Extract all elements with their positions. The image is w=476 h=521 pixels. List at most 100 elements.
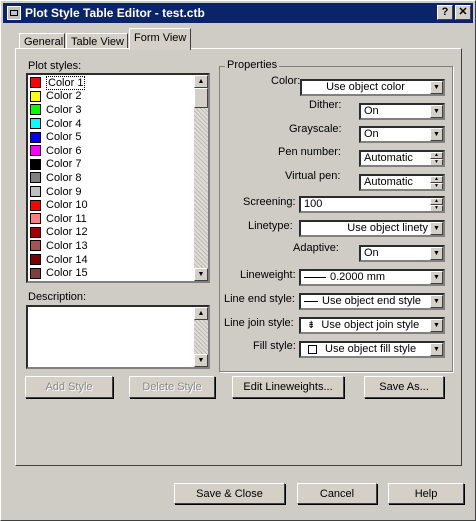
tab-table-view-label: Table View bbox=[71, 36, 124, 48]
line-end-style-select[interactable]: Use object end style ▼ bbox=[299, 293, 445, 310]
edit-lineweights-label: Edit Lineweights... bbox=[243, 381, 333, 393]
chevron-down-icon[interactable]: ▼ bbox=[430, 319, 443, 332]
save-close-button[interactable]: Save & Close bbox=[174, 483, 285, 504]
desc-scroll-down-button[interactable]: ▼ bbox=[194, 354, 208, 367]
chevron-down-icon[interactable]: ▼ bbox=[430, 222, 443, 235]
adaptive-select[interactable]: On ▼ bbox=[359, 245, 445, 262]
spin-up-icon[interactable]: ▲ bbox=[430, 152, 443, 159]
plot-style-item[interactable]: Color 14 bbox=[30, 253, 88, 267]
chevron-down-icon[interactable]: ▼ bbox=[430, 271, 443, 284]
plot-style-item[interactable]: Color 10 bbox=[30, 198, 88, 212]
spin-up-icon[interactable]: ▲ bbox=[430, 198, 443, 205]
color-value: Use object color bbox=[326, 81, 405, 93]
cancel-button[interactable]: Cancel bbox=[297, 483, 377, 504]
plot-style-item[interactable]: Color 4 bbox=[30, 117, 81, 131]
scroll-up-button[interactable]: ▲ bbox=[194, 75, 208, 88]
plot-style-item[interactable]: Color 9 bbox=[30, 185, 81, 199]
fill-style-icon bbox=[308, 344, 317, 354]
tab-general[interactable]: General bbox=[19, 33, 65, 49]
pen-number-label: Pen number: bbox=[278, 146, 341, 158]
grayscale-value: On bbox=[364, 128, 379, 140]
plot-style-item[interactable]: Color 11 bbox=[30, 212, 87, 226]
plot-style-item[interactable]: Color 3 bbox=[30, 103, 81, 117]
plot-style-label: Color 8 bbox=[46, 171, 82, 184]
screening-stepper[interactable]: ▲ ▼ bbox=[430, 198, 443, 211]
pen-number-spinner[interactable]: Automatic ▲ ▼ bbox=[359, 150, 445, 167]
delete-style-button[interactable]: Delete Style bbox=[129, 376, 215, 398]
plot-style-item[interactable]: Color 8 bbox=[30, 171, 81, 185]
chevron-down-icon[interactable]: ▼ bbox=[430, 247, 443, 260]
color-swatch-icon bbox=[30, 267, 41, 279]
pen-number-stepper[interactable]: ▲ ▼ bbox=[430, 152, 443, 165]
save-as-button[interactable]: Save As... bbox=[364, 376, 444, 398]
spin-up-icon[interactable]: ▲ bbox=[430, 176, 443, 183]
screening-spinner[interactable]: 100 ▲ ▼ bbox=[299, 196, 445, 213]
chevron-down-icon[interactable]: ▼ bbox=[430, 295, 443, 308]
color-select[interactable]: Use object color ▼ bbox=[300, 79, 445, 96]
plot-style-item[interactable]: Color 1 bbox=[30, 75, 86, 90]
lineweight-sample-icon bbox=[304, 276, 326, 278]
arrow-up-icon: ▲ bbox=[197, 310, 205, 317]
edit-lineweights-button[interactable]: Edit Lineweights... bbox=[232, 376, 344, 398]
chevron-down-icon[interactable]: ▼ bbox=[430, 105, 443, 118]
title-bar: Plot Style Table Editor - test.ctb ? ✕ bbox=[3, 3, 473, 23]
plot-style-item[interactable]: Color 15 bbox=[30, 266, 88, 280]
desc-scroll-up-button[interactable]: ▲ bbox=[194, 307, 208, 320]
color-swatch-icon bbox=[30, 240, 41, 252]
fill-style-label: Fill style: bbox=[253, 340, 296, 352]
delete-style-label: Delete Style bbox=[142, 381, 202, 393]
plot-style-item[interactable]: Color 13 bbox=[30, 239, 88, 253]
plot-styles-list[interactable]: Color 1 Color 2 Color 3 Color 4 Color 5 Color… bbox=[26, 73, 210, 283]
spin-down-icon[interactable]: ▼ bbox=[430, 183, 443, 189]
virtual-pen-value: Automatic bbox=[364, 176, 413, 188]
chevron-down-icon[interactable]: ▼ bbox=[430, 128, 443, 141]
color-swatch-icon bbox=[30, 145, 41, 157]
lineweight-select[interactable]: 0.2000 mm ▼ bbox=[299, 269, 445, 286]
plot-style-label: Color 14 bbox=[46, 253, 88, 266]
help-button[interactable]: Help bbox=[388, 483, 464, 504]
plot-style-item[interactable]: Color 6 bbox=[30, 144, 81, 158]
description-textarea[interactable]: ▲ ▼ bbox=[26, 305, 210, 369]
dither-select[interactable]: On ▼ bbox=[359, 103, 445, 120]
screening-label: Screening: bbox=[243, 196, 296, 208]
help-title-button[interactable]: ? bbox=[437, 5, 453, 20]
line-join-icon: ⇟ bbox=[307, 320, 316, 331]
color-swatch-icon bbox=[30, 118, 41, 130]
color-label: Color: bbox=[271, 75, 301, 87]
tab-table-view[interactable]: Table View bbox=[66, 33, 128, 49]
linetype-label: Linetype: bbox=[248, 220, 293, 232]
tab-form-view[interactable]: Form View bbox=[129, 28, 191, 50]
add-style-button[interactable]: Add Style bbox=[25, 376, 113, 398]
line-join-style-select[interactable]: ⇟ Use object join style ▼ bbox=[299, 317, 445, 334]
spin-down-icon[interactable]: ▼ bbox=[430, 159, 443, 165]
line-end-style-label: Line end style: bbox=[224, 293, 295, 305]
dither-value: On bbox=[364, 105, 379, 117]
description-label: Description: bbox=[28, 291, 87, 303]
virtual-pen-spinner[interactable]: Automatic ▲ ▼ bbox=[359, 174, 445, 191]
close-title-button[interactable]: ✕ bbox=[455, 5, 471, 20]
plot-style-label: Color 10 bbox=[46, 199, 88, 212]
color-swatch-icon bbox=[30, 77, 41, 89]
scroll-down-button[interactable]: ▼ bbox=[194, 268, 208, 281]
linetype-select[interactable]: Use object linety ▼ bbox=[299, 220, 445, 237]
plot-style-item[interactable]: Color 5 bbox=[30, 130, 81, 144]
window-title: Plot Style Table Editor - test.ctb bbox=[25, 6, 205, 20]
plot-styles-scrollbar[interactable]: ▲ ▼ bbox=[194, 75, 208, 281]
color-swatch-icon bbox=[30, 90, 41, 102]
save-close-label: Save & Close bbox=[196, 487, 263, 500]
description-scrollbar[interactable]: ▲ ▼ bbox=[194, 307, 208, 367]
virtual-pen-stepper[interactable]: ▲ ▼ bbox=[430, 176, 443, 189]
spin-down-icon[interactable]: ▼ bbox=[430, 205, 443, 211]
scroll-thumb[interactable] bbox=[194, 88, 208, 108]
pen-number-value: Automatic bbox=[364, 152, 413, 164]
question-icon: ? bbox=[441, 6, 449, 18]
fill-style-select[interactable]: Use object fill style ▼ bbox=[299, 341, 445, 358]
plot-style-label: Color 13 bbox=[46, 239, 88, 252]
plot-style-item[interactable]: Color 12 bbox=[30, 226, 88, 240]
grayscale-select[interactable]: On ▼ bbox=[359, 126, 445, 143]
chevron-down-icon[interactable]: ▼ bbox=[430, 81, 443, 94]
chevron-down-icon[interactable]: ▼ bbox=[430, 343, 443, 356]
plot-style-item[interactable]: Color 2 bbox=[30, 90, 81, 104]
plot-style-item[interactable]: Color 7 bbox=[30, 158, 81, 172]
plot-styles-label: Plot styles: bbox=[28, 60, 82, 72]
